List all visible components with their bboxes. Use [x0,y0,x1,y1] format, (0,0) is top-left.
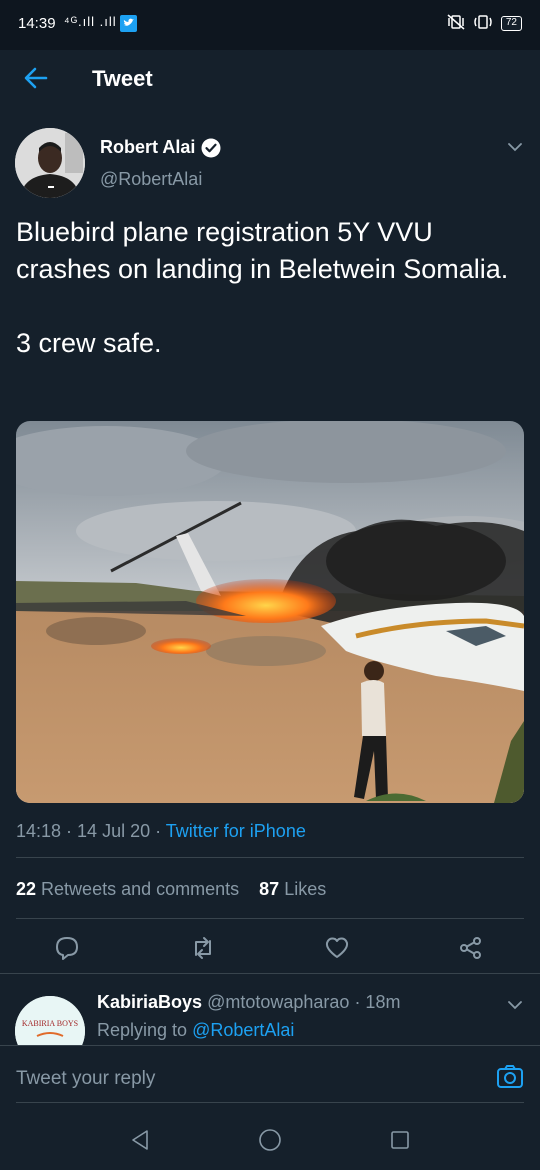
tweet-date: 14 Jul 20 [77,821,151,841]
retweets-label: Retweets and comments [41,879,240,899]
battery-indicator: 72 [500,16,522,31]
likes-label: Likes [284,879,327,899]
retweet-icon[interactable] [190,935,216,961]
tweet-stats: 22 Retweets and comments 87 Likes [16,879,326,900]
camera-icon[interactable] [496,1064,524,1090]
replying-to-label: Replying to [97,1020,188,1040]
replying-to: Replying to @RobertAlai [97,1020,294,1041]
reply-time: · 18m [354,992,401,1012]
meta-separator: · [150,821,166,841]
rotate-icon [473,14,493,33]
divider [0,973,540,974]
status-bar: 14:39 ⁴ᴳ.ıll .ıll 72 [0,0,540,50]
divider [16,857,524,858]
reply-icon[interactable] [54,935,80,961]
composer-underline [16,1102,524,1103]
author-avatar[interactable] [15,128,85,198]
likes-stat[interactable]: 87 Likes [259,879,326,899]
reply-composer[interactable]: Tweet your reply [0,1045,540,1105]
like-heart-icon[interactable] [324,935,350,961]
likes-count: 87 [259,879,280,899]
twitter-notification-icon [120,15,137,32]
author-name-text: Robert Alai [100,137,196,157]
tweet-meta: 14:18 · 14 Jul 20 · Twitter for iPhone [16,821,306,842]
signal-icon: ⁴ᴳ.ıll .ıll [64,14,117,29]
nav-recents-icon[interactable] [388,1128,412,1152]
system-nav-bar [0,1108,540,1170]
divider [16,918,524,919]
chevron-down-icon[interactable] [506,138,524,156]
share-icon[interactable] [458,935,484,961]
meta-separator: · [61,821,78,841]
nav-home-icon[interactable] [258,1128,282,1152]
chevron-down-icon[interactable] [506,996,524,1014]
author-name[interactable]: Robert Alai [100,137,221,158]
retweets-count: 22 [16,879,37,899]
retweets-stat[interactable]: 22 Retweets and comments [16,879,239,899]
back-arrow-icon[interactable] [22,64,50,92]
tweet-photo[interactable] [16,421,524,803]
reply-author-handle: @mtotowapharao [207,992,350,1012]
action-bar [0,935,540,965]
nav-back-icon[interactable] [128,1128,152,1152]
reply-author-name: KabiriaBoys [97,992,203,1012]
author-handle[interactable]: @RobertAlai [100,169,202,190]
verified-badge-icon [201,138,221,157]
vibrate-icon [447,14,465,33]
replying-to-handle-link[interactable]: @RobertAlai [192,1020,294,1040]
reply-input[interactable]: Tweet your reply [16,1068,155,1090]
reply-avatar-text: KABIRIA BOYS [22,1019,78,1028]
tweet-text: Bluebird plane registration 5Y VVU crash… [16,217,509,358]
tweet-time: 14:18 [16,821,62,841]
reply-header[interactable]: KabiriaBoys @mtotowapharao · 18m [97,992,400,1013]
tweet-source-link[interactable]: Twitter for iPhone [166,821,306,841]
page-title: Tweet [92,66,153,91]
top-bar: Tweet [0,50,540,108]
status-time: 14:39 [18,15,56,32]
